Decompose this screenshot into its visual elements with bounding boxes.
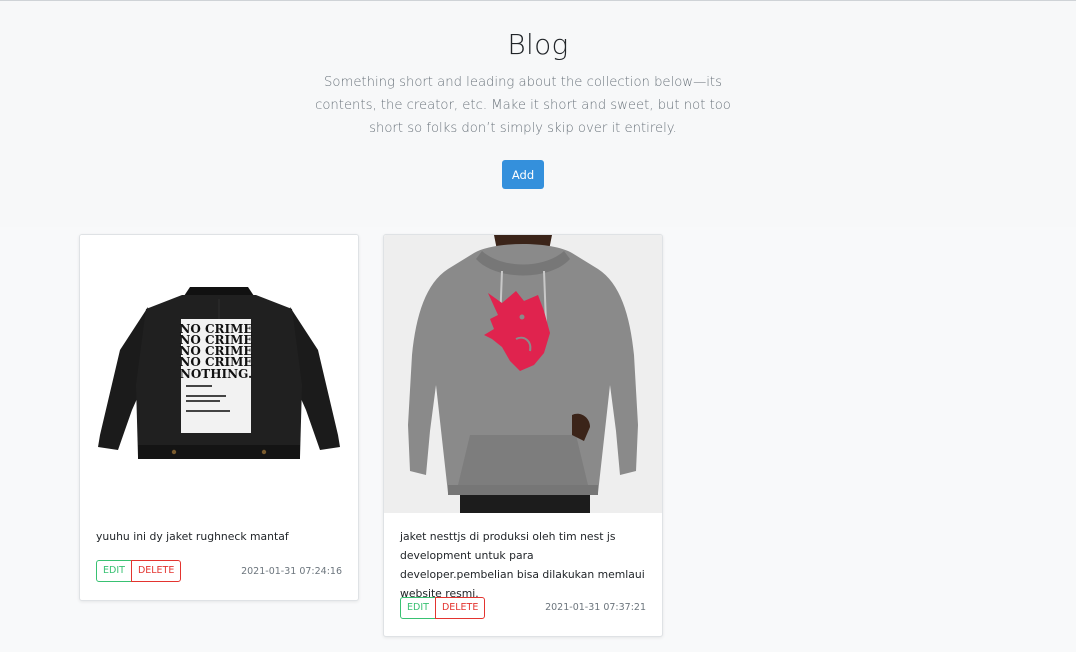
grey-hoodie-image [384,235,662,513]
card-date: 2021-01-31 07:24:16 [241,566,342,577]
edit-button[interactable]: EDIT [400,597,436,619]
print-line-5: NOTHING. [180,367,252,381]
edit-button[interactable]: EDIT [96,560,132,582]
card-text: yuuhu ini dy jaket rughneck mantaf [96,530,289,543]
card-date: 2021-01-31 07:37:21 [545,602,646,613]
card-actions: EDIT DELETE [96,560,182,582]
card-text: jaket nesttjs di produksi oleh tim nest … [400,530,645,600]
print-lines: NO CRIME NO CRIME NO CRIME NO CRIME NOTH… [179,322,252,381]
hoodie-illustration [408,235,638,513]
jacket-illustration: NO CRIME NO CRIME NO CRIME NO CRIME NOTH… [98,287,340,459]
post-card: NO CRIME NO CRIME NO CRIME NO CRIME NOTH… [79,234,359,601]
delete-button[interactable]: DELETE [130,560,182,582]
hero-section: Blog Something short and leading about t… [0,1,1076,227]
card-actions: EDIT DELETE [400,597,486,619]
delete-button[interactable]: DELETE [434,597,486,619]
post-card: jaket nesttjs di produksi oleh tim nest … [383,234,663,637]
black-denim-jacket-image: NO CRIME NO CRIME NO CRIME NO CRIME NOTH… [80,235,358,513]
hero-lead-text: Something short and leading about the co… [315,75,731,136]
add-button[interactable]: Add [502,160,544,189]
page-title: Blog [507,28,569,61]
